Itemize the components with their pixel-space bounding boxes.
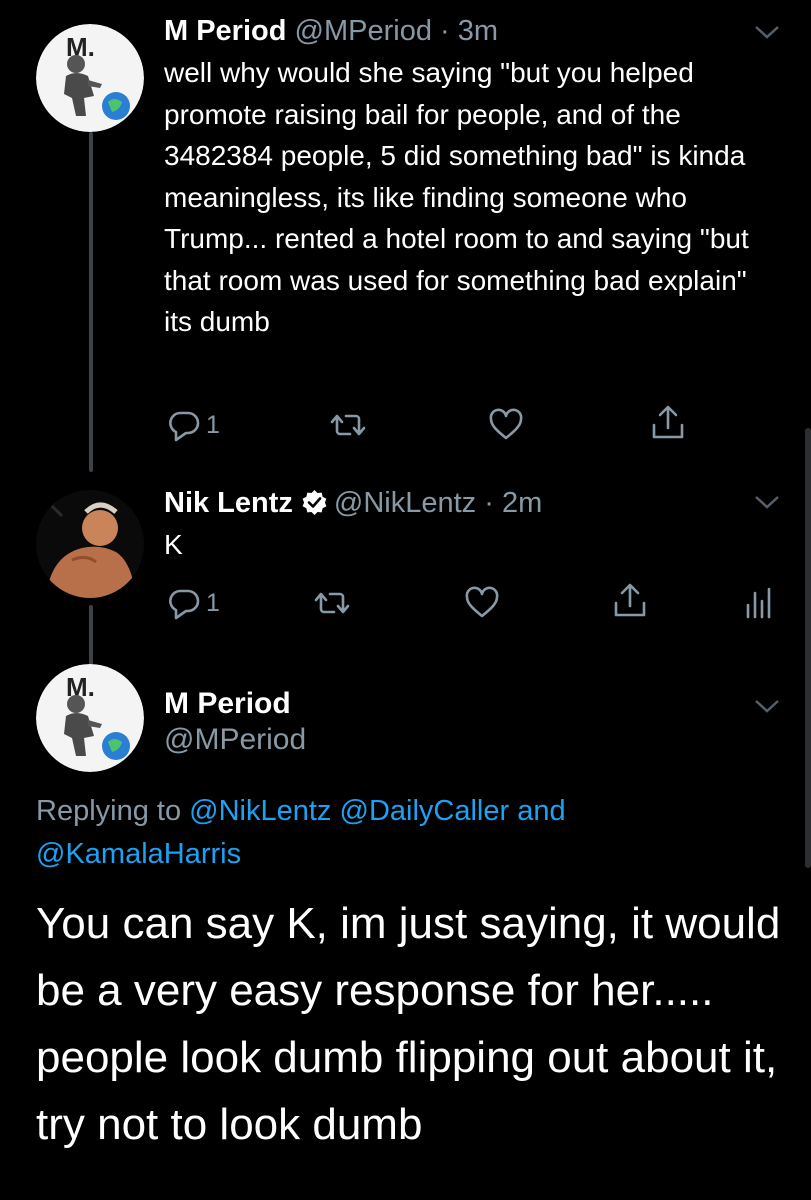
author-name[interactable]: M Period — [164, 686, 306, 722]
share-icon — [614, 583, 646, 617]
author-handle[interactable]: @NikLentz — [334, 487, 476, 519]
mention-and[interactable]: and — [517, 795, 565, 827]
author-handle[interactable]: @MPeriod — [164, 722, 306, 758]
avatar-mperiod-1[interactable]: M. — [36, 24, 144, 132]
avatar-niklentz[interactable] — [36, 490, 144, 598]
reply-count: 1 — [206, 588, 220, 617]
analytics-button[interactable] — [738, 583, 778, 623]
tweet-header: M Period @MPeriod · 3m — [164, 14, 771, 48]
tweet-2[interactable]: Nik Lentz @NikLentz · 2m K — [164, 486, 771, 566]
reply-count: 1 — [206, 410, 220, 439]
tweet-1[interactable]: M Period @MPeriod · 3m well why would sh… — [164, 14, 771, 343]
author-handle[interactable]: @MPeriod — [295, 15, 432, 47]
chevron-down-icon[interactable] — [753, 696, 781, 716]
reply-button[interactable]: 1 — [164, 405, 220, 445]
tweet-text: K — [164, 529, 183, 560]
reply-icon — [169, 589, 200, 620]
replying-to: Replying to @NikLentz @DailyCaller and @… — [36, 790, 776, 876]
verified-badge-icon — [301, 489, 328, 516]
share-icon — [652, 405, 684, 439]
mention-link[interactable]: @DailyCaller — [340, 795, 510, 827]
thread-line-2 — [89, 605, 93, 665]
reply-icon — [169, 411, 200, 442]
scrollbar[interactable] — [805, 428, 811, 868]
mention-link[interactable]: @NikLentz — [189, 795, 331, 827]
thread-line-1 — [89, 132, 93, 472]
retweet-button[interactable] — [312, 583, 352, 623]
replying-to-label: Replying to — [36, 795, 182, 827]
author-name[interactable]: Nik Lentz — [164, 487, 293, 519]
tweet-header: Nik Lentz @NikLentz · 2m — [164, 486, 771, 520]
analytics-icon — [746, 587, 771, 619]
share-button[interactable] — [648, 403, 688, 443]
like-button[interactable] — [486, 405, 526, 445]
retweet-icon — [314, 592, 350, 614]
reply-button[interactable]: 1 — [164, 583, 220, 623]
main-tweet-header: M Period @MPeriod — [164, 686, 306, 758]
main-tweet-text: You can say K, im just saying, it would … — [36, 899, 781, 1149]
share-button[interactable] — [610, 581, 650, 621]
retweet-icon — [330, 414, 366, 436]
tweet-time: · 2m — [484, 487, 543, 519]
like-button[interactable] — [462, 583, 502, 623]
avatar-mperiod-main[interactable]: M. — [36, 664, 144, 772]
author-name[interactable]: M Period — [164, 15, 286, 47]
mention-link[interactable]: @KamalaHarris — [36, 838, 241, 870]
tweet-text: well why would she saying "but you helpe… — [164, 57, 749, 337]
like-icon — [489, 408, 523, 440]
tweet-time: · 3m — [440, 15, 499, 47]
like-icon — [465, 586, 499, 618]
retweet-button[interactable] — [328, 405, 368, 445]
